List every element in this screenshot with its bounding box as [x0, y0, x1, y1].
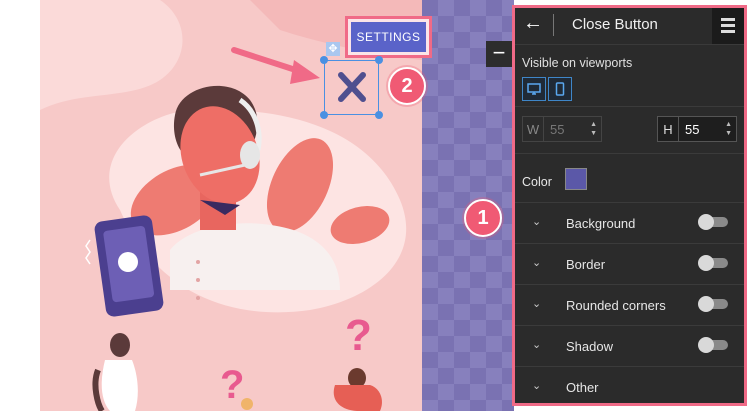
height-field: H 55 ▲ ▼: [657, 116, 737, 142]
width-value: 55: [550, 122, 565, 137]
viewport-toggle-group: [522, 77, 572, 101]
toggle-knob: [698, 296, 714, 312]
chevron-down-icon[interactable]: ⌄: [532, 297, 541, 310]
resize-handle-bottom-left[interactable]: [320, 111, 328, 119]
annotation-badge-1: 1: [464, 199, 502, 237]
back-arrow-icon[interactable]: ←: [523, 12, 543, 35]
shadow-toggle[interactable]: [698, 337, 728, 353]
resize-handle-bottom-right[interactable]: [375, 111, 383, 119]
chevron-down-icon[interactable]: ⌄: [532, 338, 541, 351]
divider: [515, 153, 744, 154]
width-label: W: [522, 116, 544, 142]
desktop-viewport-button[interactable]: [522, 77, 546, 101]
panel-title: Close Button: [572, 16, 658, 33]
svg-text:?: ?: [345, 311, 372, 360]
collapse-panel-button[interactable]: −: [486, 41, 512, 67]
border-toggle[interactable]: [698, 255, 728, 271]
section-label: Rounded corners: [566, 298, 666, 313]
divider: [515, 106, 744, 107]
color-swatch[interactable]: [565, 168, 587, 190]
mobile-icon: [555, 82, 565, 96]
chevron-down-icon[interactable]: ⌄: [532, 379, 541, 392]
header-divider: [553, 14, 554, 36]
toggle-knob: [698, 255, 714, 271]
canvas-margin: [0, 0, 41, 411]
section-other[interactable]: ⌄ Other: [515, 366, 744, 408]
viewports-label: Visible on viewports: [522, 56, 633, 70]
svg-text:?: ?: [220, 363, 244, 407]
pointer-arrow-icon: [231, 47, 320, 84]
height-label: H: [657, 116, 679, 142]
desktop-icon: [527, 83, 541, 95]
width-input[interactable]: 55 ▲ ▼: [544, 116, 602, 142]
section-label: Background: [566, 216, 636, 231]
move-handle-icon[interactable]: ✥: [326, 42, 340, 56]
color-label: Color: [522, 175, 552, 189]
height-stepper-icon[interactable]: ▲ ▼: [725, 120, 732, 138]
toggle-knob: [698, 337, 714, 353]
close-icon[interactable]: [337, 71, 367, 103]
editor-canvas: ? ? − SETTINGS ✥ 2 1 ← Close Button Visi…: [0, 0, 752, 411]
section-label: Border: [566, 257, 606, 272]
chevron-down-icon[interactable]: ⌄: [532, 215, 541, 228]
toggle-knob: [698, 214, 714, 230]
resize-handle-top-right[interactable]: [375, 56, 383, 64]
rounded-corners-toggle[interactable]: [698, 296, 728, 312]
section-shadow[interactable]: ⌄ Shadow: [515, 325, 744, 367]
section-border[interactable]: ⌄ Border: [515, 243, 744, 285]
element-settings-panel: ← Close Button Visible on viewports W 55…: [512, 5, 747, 406]
width-field: W 55 ▲ ▼: [522, 116, 602, 142]
background-toggle[interactable]: [698, 214, 728, 230]
height-value: 55: [685, 122, 700, 137]
width-stepper-icon[interactable]: ▲ ▼: [590, 120, 597, 138]
section-rounded-corners[interactable]: ⌄ Rounded corners: [515, 284, 744, 326]
mobile-viewport-button[interactable]: [548, 77, 572, 101]
settings-button[interactable]: SETTINGS: [351, 22, 426, 52]
chevron-down-icon[interactable]: ⌄: [532, 256, 541, 269]
section-background[interactable]: ⌄ Background: [515, 202, 744, 244]
layers-list-icon[interactable]: [712, 8, 744, 44]
height-input[interactable]: 55 ▲ ▼: [679, 116, 737, 142]
section-label: Shadow: [566, 339, 613, 354]
section-label: Other: [566, 380, 599, 395]
annotation-badge-2: 2: [388, 67, 426, 105]
panel-header: ← Close Button: [515, 8, 744, 45]
